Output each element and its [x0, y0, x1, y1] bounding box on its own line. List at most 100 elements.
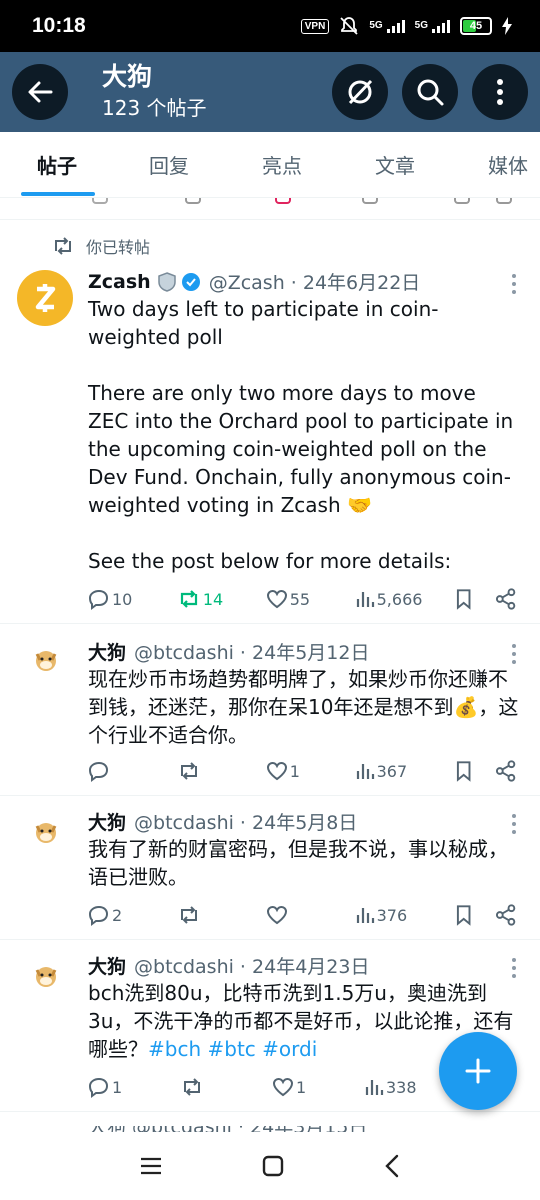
retweet-button[interactable]: 14 — [177, 589, 266, 609]
previous-post-remnant — [0, 198, 540, 220]
reply-button[interactable]: 1 — [88, 1076, 180, 1098]
views-button[interactable]: 5,666 — [355, 589, 448, 609]
post-zcash[interactable]: 你已转帖 Zcash @Zcash · 24年6月22日 Two days le… — [0, 220, 540, 624]
views-chart-icon — [356, 908, 374, 923]
search-button[interactable] — [402, 64, 458, 120]
back-button[interactable] — [12, 64, 68, 120]
battery-icon: 45 — [460, 17, 492, 35]
views-button[interactable]: 367 — [355, 761, 448, 781]
grok-button[interactable] — [332, 64, 388, 120]
post-dagou-1[interactable]: 大狗 @btcdashi · 24年5月12日 现在炒币市场趋势都明牌了，如果炒… — [0, 624, 540, 796]
share-icon[interactable] — [495, 588, 516, 610]
post-more-button[interactable] — [512, 958, 516, 982]
zcash-logo-icon — [35, 284, 56, 312]
header-titles: 大狗 123 个帖子 — [102, 62, 332, 122]
tab-articles[interactable]: 文章 — [375, 132, 415, 198]
like-button[interactable] — [266, 905, 355, 925]
post-actions: 10 14 55 5,666 — [88, 588, 516, 610]
vpn-icon: VPN — [300, 18, 330, 34]
tab-highlights[interactable]: 亮点 — [262, 132, 302, 198]
profile-tabs: 帖子 回复 亮点 文章 媒体 — [0, 132, 540, 198]
views-chart-icon — [356, 592, 374, 607]
heart-icon — [272, 1077, 294, 1097]
heart-icon — [266, 589, 287, 609]
author-name[interactable]: 大狗 — [88, 638, 126, 665]
post-more-button[interactable] — [512, 814, 516, 838]
bookmark-icon[interactable] — [455, 588, 472, 610]
views-button[interactable]: 376 — [355, 905, 448, 925]
plus-icon — [465, 1058, 491, 1084]
like-button[interactable]: 1 — [272, 1077, 364, 1097]
handle-date: @btcdashi · 24年5月12日 — [134, 642, 370, 664]
like-button[interactable]: 55 — [266, 589, 355, 609]
grok-icon — [348, 79, 373, 105]
status-bar: 10:18 VPN 5G 5G 45 — [0, 0, 540, 52]
back-arrow-icon — [28, 81, 53, 103]
post-dagou-2[interactable]: 大狗 @btcdashi · 24年5月8日 我有了新的财富密码，但是我不说，事… — [0, 796, 540, 940]
retweet-button[interactable] — [177, 905, 266, 925]
search-icon — [417, 79, 444, 106]
retweet-icon — [180, 762, 197, 780]
post-more-button[interactable] — [512, 274, 516, 298]
avatar[interactable] — [26, 956, 66, 996]
post-header: 大狗 @btcdashi · 24年5月12日 — [88, 638, 520, 665]
post-count: 123 个帖子 — [102, 96, 207, 120]
heart-icon — [266, 905, 287, 925]
bookmark-icon[interactable] — [455, 760, 472, 782]
author-name[interactable]: 大狗 — [88, 808, 126, 835]
reply-icon — [88, 761, 109, 782]
retweet-button[interactable] — [177, 761, 266, 781]
status-icons: VPN 5G 5G 45 — [300, 16, 512, 36]
post-text: 我有了新的财富密码，但是我不说，事以秘成，语已泄败。 — [88, 837, 508, 889]
handle-date: @btcdashi · 24年5月8日 — [134, 812, 358, 834]
reply-button[interactable]: 10 — [88, 588, 177, 610]
reply-icon — [88, 589, 109, 610]
profile-header: 大狗 123 个帖子 — [0, 52, 540, 132]
signal-1-icon: 5G — [369, 19, 405, 33]
like-button[interactable]: 1 — [266, 761, 355, 781]
share-icon[interactable] — [495, 904, 516, 926]
post-actions: 2 376 — [88, 904, 516, 926]
tab-posts[interactable]: 帖子 — [21, 132, 95, 198]
mute-bell-icon — [340, 17, 358, 35]
avatar[interactable] — [17, 270, 73, 326]
reply-button[interactable]: 2 — [88, 904, 177, 926]
post-content: 大狗 @btcdashi · 24年5月12日 现在炒币市场趋势都明牌了，如果炒… — [88, 638, 520, 749]
doge-avatar-icon — [35, 651, 57, 671]
retweet-button[interactable] — [180, 1077, 272, 1097]
recents-menu-icon[interactable] — [140, 1156, 162, 1176]
shield-emoji-icon — [157, 271, 176, 292]
retweet-indicator: 你已转帖 — [52, 234, 150, 258]
home-icon[interactable] — [262, 1155, 284, 1177]
hashtag-link[interactable]: #ordi — [262, 1037, 317, 1061]
avatar[interactable] — [26, 812, 66, 852]
post-more-button[interactable] — [512, 644, 516, 668]
post-text: 现在炒币市场趋势都明牌了，如果炒币你还赚不到钱，还迷茫，那你在呆10年还是想不到… — [88, 667, 519, 747]
views-chart-icon — [365, 1080, 384, 1095]
hashtag-link[interactable]: #btc — [207, 1037, 255, 1061]
compose-post-button[interactable] — [439, 1032, 517, 1110]
doge-avatar-icon — [35, 967, 57, 987]
verified-badge-icon — [181, 272, 200, 291]
bookmark-icon[interactable] — [455, 904, 472, 926]
back-nav-icon[interactable] — [384, 1154, 400, 1178]
post-header: Zcash @Zcash · 24年6月22日 — [88, 268, 520, 295]
avatar[interactable] — [26, 640, 66, 680]
author-name[interactable]: Zcash — [88, 271, 151, 293]
handle-date: @btcdashi · 24年4月23日 — [134, 956, 370, 978]
system-nav-bar — [0, 1132, 540, 1200]
tab-media[interactable]: 媒体 — [488, 132, 528, 198]
hashtag-link[interactable]: #bch — [148, 1037, 201, 1061]
retweet-icon — [180, 590, 197, 608]
vertical-dots-icon — [497, 79, 503, 105]
signal-2-icon: 5G — [415, 19, 450, 33]
retweet-label: 你已转帖 — [86, 238, 151, 257]
reply-button[interactable] — [88, 760, 177, 782]
reply-icon — [88, 905, 109, 926]
share-icon[interactable] — [495, 760, 516, 782]
author-name[interactable]: 大狗 — [88, 952, 126, 979]
charging-icon — [502, 17, 512, 35]
tab-replies[interactable]: 回复 — [149, 132, 189, 198]
more-options-button[interactable] — [472, 64, 528, 120]
post-actions: 1 367 — [88, 760, 516, 782]
